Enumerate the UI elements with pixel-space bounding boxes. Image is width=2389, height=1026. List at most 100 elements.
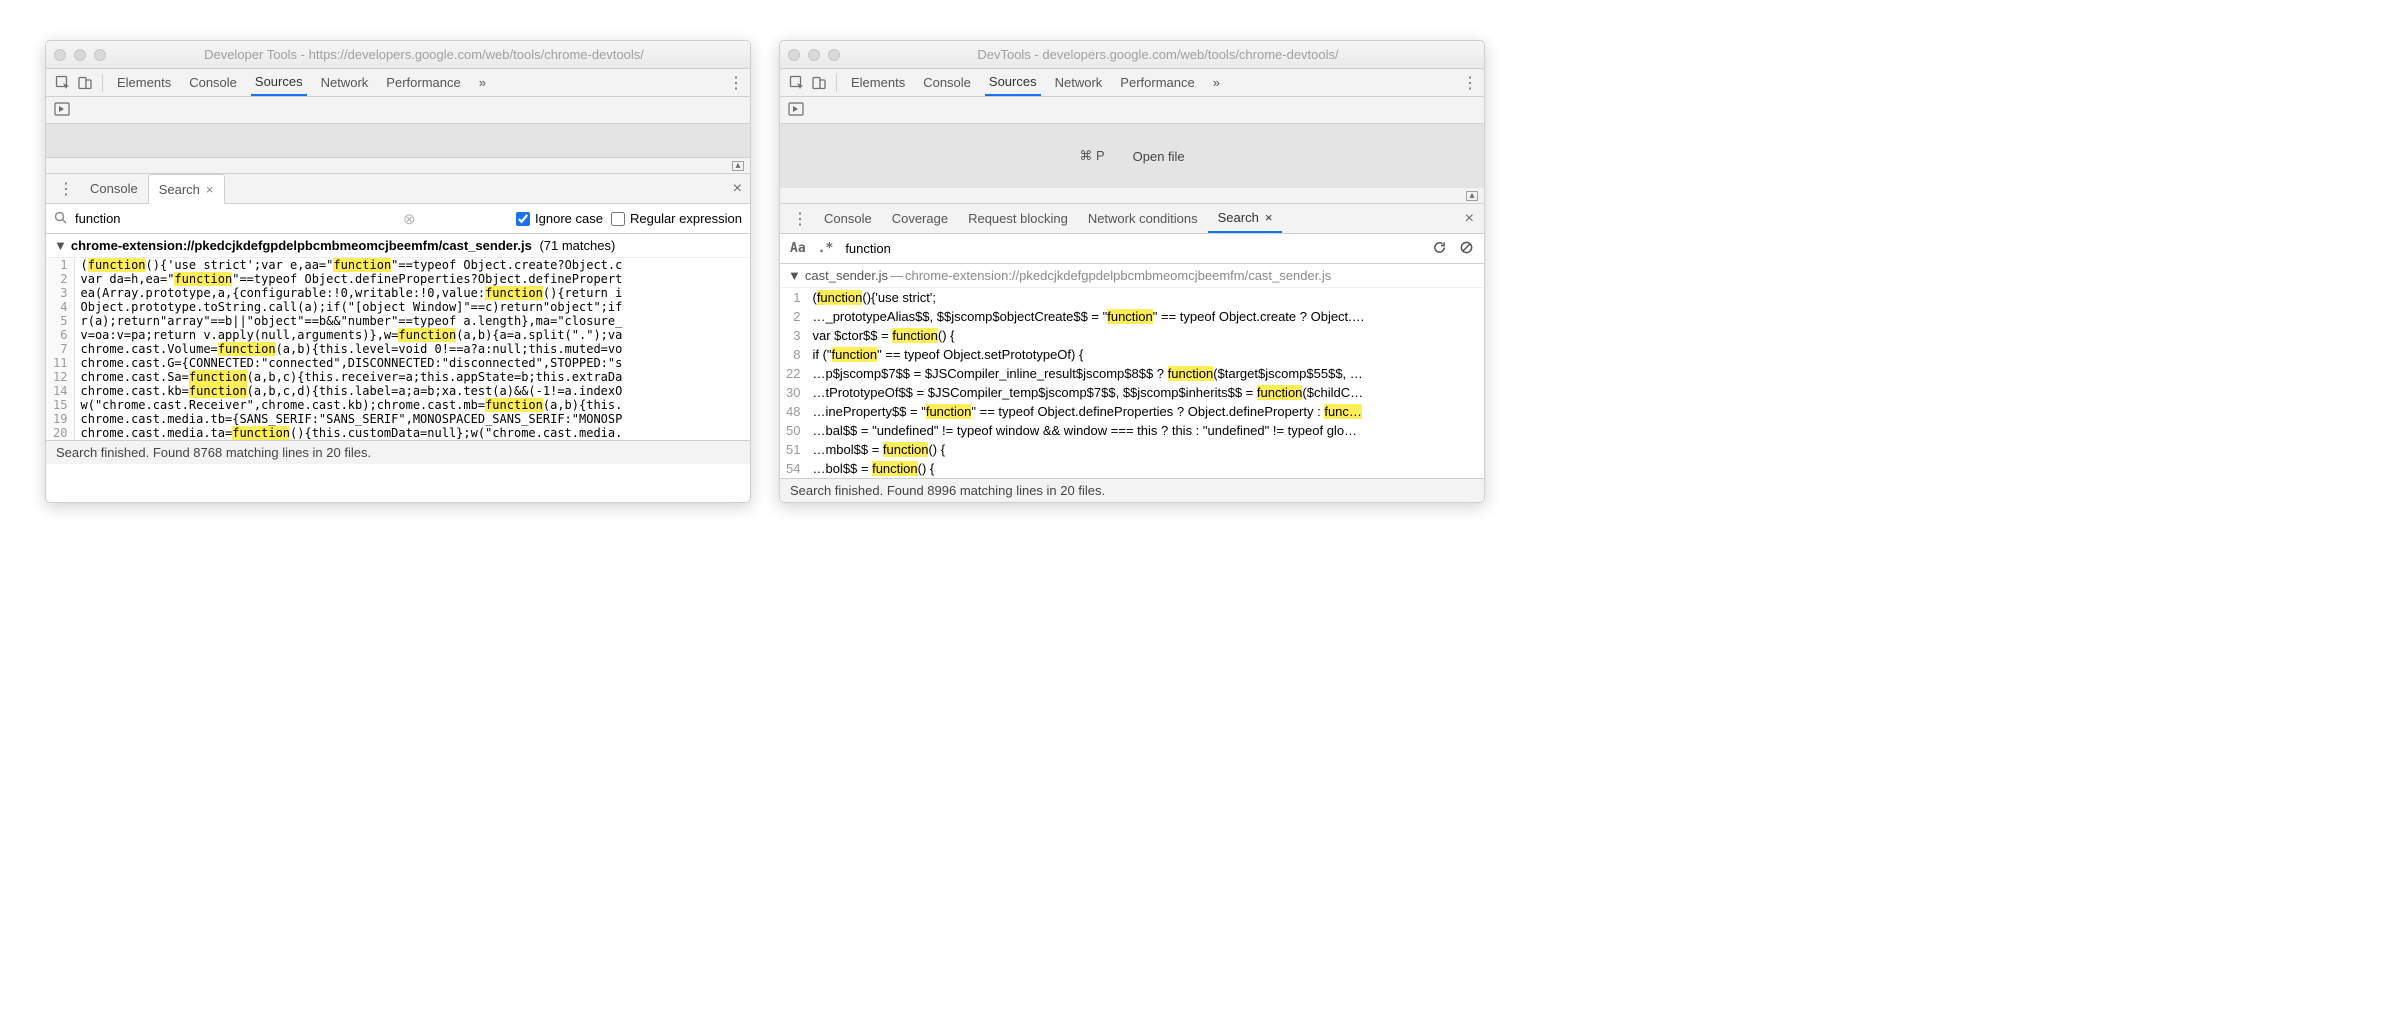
line-number: 30 (780, 383, 806, 402)
search-bar: Aa .* (780, 234, 1484, 264)
result-file-header[interactable]: ▼ chrome-extension://pkedcjkdefgpdelpbcm… (46, 234, 750, 258)
tab-network[interactable]: Network (317, 69, 373, 96)
result-line[interactable]: 22…p$jscomp$7$$ = $JSCompiler_inline_res… (780, 364, 1484, 383)
result-line[interactable]: 12chrome.cast.Sa=function(a,b,c){this.re… (46, 370, 750, 384)
result-line[interactable]: 20chrome.cast.media.ta=function(){this.c… (46, 426, 750, 440)
open-file-label[interactable]: Open file (1133, 149, 1185, 164)
status-bar: Search finished. Found 8996 matching lin… (780, 478, 1484, 502)
search-input[interactable] (845, 241, 1420, 256)
result-line[interactable]: 4Object.prototype.toString.call(a);if("[… (46, 300, 750, 314)
clear-input-icon[interactable]: ⊗ (403, 210, 416, 228)
result-line[interactable]: 30…tPrototypeOf$$ = $JSCompiler_temp$jsc… (780, 383, 1484, 402)
status-bar: Search finished. Found 8768 matching lin… (46, 440, 750, 464)
menu-icon[interactable]: ⋮ (1462, 73, 1478, 93)
tab-elements[interactable]: Elements (847, 69, 909, 96)
main-tabs: Elements Console Sources Network Perform… (847, 69, 1224, 96)
drawer-tabs: ⋮ Console Search × × (46, 174, 750, 204)
search-results: 1(function(){'use strict';var e,aa="func… (46, 258, 750, 440)
result-line[interactable]: 3ea(Array.prototype,a,{configurable:!0,w… (46, 286, 750, 300)
result-line[interactable]: 14chrome.cast.kb=function(a,b,c,d){this.… (46, 384, 750, 398)
result-line[interactable]: 51…mbol$$ = function() { (780, 440, 1484, 459)
result-line[interactable]: 50…bal$$ = "undefined" != typeof window … (780, 421, 1484, 440)
tab-console[interactable]: Console (919, 69, 975, 96)
close-dot[interactable] (54, 49, 66, 61)
line-source: w("chrome.cast.Receiver",chrome.cast.kb)… (74, 398, 750, 412)
result-line[interactable]: 15w("chrome.cast.Receiver",chrome.cast.k… (46, 398, 750, 412)
collapse-drawer-icon[interactable]: ▴ (1466, 191, 1478, 201)
device-icon[interactable] (808, 72, 830, 94)
search-input[interactable] (75, 211, 395, 226)
tab-sources[interactable]: Sources (985, 69, 1041, 96)
result-line[interactable]: 19chrome.cast.media.tb={SANS_SERIF:"SANS… (46, 412, 750, 426)
result-line[interactable]: 5r(a);return"array"==b||"object"==b&&"nu… (46, 314, 750, 328)
refresh-icon[interactable] (1432, 240, 1447, 258)
line-source: …_prototypeAlias$$, $$jscomp$objectCreat… (806, 307, 1484, 326)
result-file-header[interactable]: ▼ cast_sender.js — chrome-extension://pk… (780, 264, 1484, 288)
result-line[interactable]: 54…bol$$ = function() { (780, 459, 1484, 478)
drawer-tabs: ⋮ Console Coverage Request blocking Netw… (780, 204, 1484, 234)
drawer-tab-search[interactable]: Search × (148, 174, 225, 204)
drawer-close-icon[interactable]: × (733, 180, 742, 198)
caret-down-icon: ▼ (54, 238, 67, 253)
result-line[interactable]: 1(function(){'use strict';var e,aa="func… (46, 258, 750, 272)
menu-icon[interactable]: ⋮ (728, 73, 744, 93)
tab-console[interactable]: Console (185, 69, 241, 96)
ignore-case-label: Ignore case (535, 211, 603, 226)
result-line[interactable]: 8if ("function" == typeof Object.setProt… (780, 345, 1484, 364)
device-icon[interactable] (74, 72, 96, 94)
regex-option[interactable]: Regular expression (611, 211, 742, 226)
drawer-tab-coverage[interactable]: Coverage (882, 204, 958, 233)
result-line[interactable]: 2…_prototypeAlias$$, $$jscomp$objectCrea… (780, 307, 1484, 326)
line-number: 22 (780, 364, 806, 383)
result-line[interactable]: 11chrome.cast.G={CONNECTED:"connected",D… (46, 356, 750, 370)
minimize-dot[interactable] (74, 49, 86, 61)
result-line[interactable]: 7chrome.cast.Volume=function(a,b){this.l… (46, 342, 750, 356)
close-icon[interactable]: × (206, 182, 214, 197)
result-match-count: (71 matches) (539, 238, 615, 253)
drawer-tab-search-label: Search (159, 182, 200, 197)
result-line[interactable]: 2var da=h,ea="function"==typeof Object.d… (46, 272, 750, 286)
ignore-case-option[interactable]: Ignore case (516, 211, 603, 226)
line-source: …p$jscomp$7$$ = $JSCompiler_inline_resul… (806, 364, 1484, 383)
drawer-menu-icon[interactable]: ⋮ (786, 204, 814, 233)
result-line[interactable]: 1(function(){'use strict'; (780, 288, 1484, 307)
tab-elements[interactable]: Elements (113, 69, 175, 96)
tabs-overflow[interactable]: » (1209, 69, 1224, 96)
line-number: 1 (780, 288, 806, 307)
zoom-dot[interactable] (828, 49, 840, 61)
tab-sources[interactable]: Sources (251, 69, 307, 96)
regex-toggle[interactable]: .* (818, 241, 834, 256)
drawer-close-icon[interactable]: × (1465, 210, 1474, 228)
minimize-dot[interactable] (808, 49, 820, 61)
tab-network[interactable]: Network (1051, 69, 1107, 96)
inspect-icon[interactable] (786, 72, 808, 94)
result-line[interactable]: 48…ineProperty$$ = "function" == typeof … (780, 402, 1484, 421)
clear-icon[interactable] (1459, 240, 1474, 258)
line-source: r(a);return"array"==b||"object"==b&&"num… (74, 314, 750, 328)
line-number: 2 (46, 272, 74, 286)
tabs-overflow[interactable]: » (475, 69, 490, 96)
drawer-tab-request-blocking[interactable]: Request blocking (958, 204, 1078, 233)
match-case-toggle[interactable]: Aa (790, 241, 806, 256)
drawer-tab-search[interactable]: Search × (1208, 204, 1283, 233)
window-title: Developer Tools - https://developers.goo… (106, 47, 742, 62)
tab-performance[interactable]: Performance (1116, 69, 1198, 96)
search-icon (54, 211, 67, 227)
tab-performance[interactable]: Performance (382, 69, 464, 96)
ignore-case-checkbox[interactable] (516, 212, 530, 226)
drawer-tab-network-conditions[interactable]: Network conditions (1078, 204, 1208, 233)
show-navigator-icon[interactable] (788, 102, 804, 119)
close-icon[interactable]: × (1265, 210, 1273, 225)
inspect-icon[interactable] (52, 72, 74, 94)
result-line[interactable]: 6v=oa:v=pa;return v.apply(null,arguments… (46, 328, 750, 342)
drawer-tab-console[interactable]: Console (80, 174, 148, 203)
close-dot[interactable] (788, 49, 800, 61)
collapse-drawer-icon[interactable]: ▴ (732, 161, 744, 171)
drawer-menu-icon[interactable]: ⋮ (52, 174, 80, 203)
result-line[interactable]: 3var $ctor$$ = function() { (780, 326, 1484, 345)
title-bar: Developer Tools - https://developers.goo… (46, 41, 750, 69)
zoom-dot[interactable] (94, 49, 106, 61)
regex-checkbox[interactable] (611, 212, 625, 226)
drawer-tab-console[interactable]: Console (814, 204, 882, 233)
show-navigator-icon[interactable] (54, 102, 70, 119)
